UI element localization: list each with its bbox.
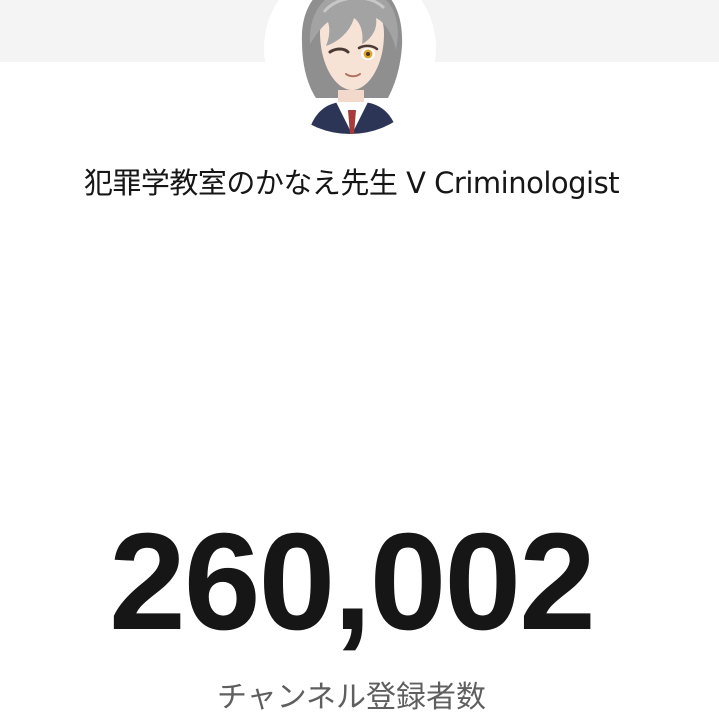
subscriber-count: 260,002	[109, 505, 596, 659]
subscriber-label: チャンネル登録者数	[216, 680, 487, 715]
avatar-illustration-icon	[301, 0, 403, 134]
channel-avatar[interactable]	[264, 0, 436, 134]
channel-name[interactable]: 犯罪学教室のかなえ先生 V Criminologist	[0, 160, 703, 202]
